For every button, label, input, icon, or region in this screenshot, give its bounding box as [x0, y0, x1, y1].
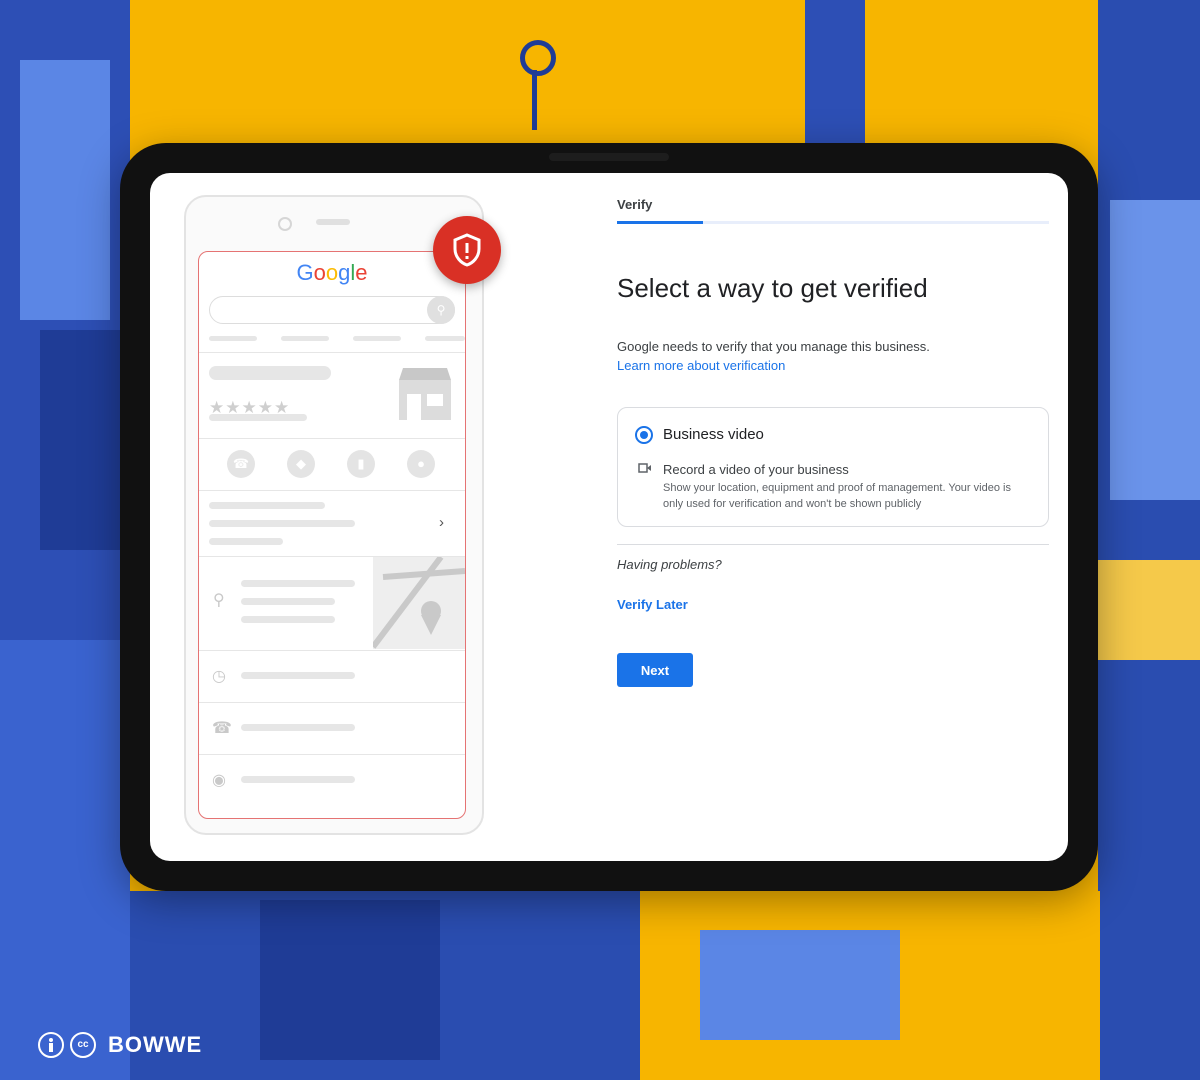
learn-more-link[interactable]: Learn more about verification	[617, 358, 785, 373]
attribution-icon	[38, 1032, 64, 1058]
clock-icon: ◷	[212, 668, 226, 685]
option-radio[interactable]	[635, 426, 653, 444]
step-label: Verify	[617, 197, 653, 212]
verification-option-card[interactable]: Business video Record a video of your bu…	[617, 407, 1049, 527]
video-camera-icon	[638, 462, 652, 477]
option-subtitle: Record a video of your business	[663, 462, 849, 477]
globe-icon: ◉	[212, 772, 226, 789]
phone-speaker	[316, 219, 350, 225]
verify-later-link[interactable]: Verify Later	[617, 597, 688, 612]
tablet-frame: Google ⚲ ★★★★★ ☎ ◆ ▮ ● › ⚲ ◷ ☎ ◉ Verify …	[120, 143, 1098, 891]
google-logo-letter: e	[355, 260, 368, 285]
intro-text: Google needs to verify that you manage t…	[617, 339, 930, 354]
brand-footer: cc BOWWE	[38, 1032, 202, 1058]
google-logo-letter: o	[325, 260, 339, 285]
divider	[617, 544, 1049, 545]
phone-icon: ☎	[227, 450, 255, 478]
option-description: Show your location, equipment and proof …	[663, 482, 1011, 510]
phone-mockup: Google ⚲ ★★★★★ ☎ ◆ ▮ ● › ⚲ ◷ ☎ ◉	[184, 195, 484, 835]
store-icon	[399, 368, 451, 420]
bookmark-icon: ▮	[347, 450, 375, 478]
cc-icon: cc	[70, 1032, 96, 1058]
google-logo: Google	[199, 260, 465, 286]
search-icon: ⚲	[427, 296, 455, 324]
mock-search-bar: ⚲	[209, 296, 455, 324]
brand-logo: BOWWE	[108, 1032, 203, 1057]
option-title: Business video	[663, 426, 764, 443]
next-button[interactable]: Next	[617, 653, 693, 687]
chevron-right-icon: ›	[439, 514, 444, 531]
tablet-screen: Google ⚲ ★★★★★ ☎ ◆ ▮ ● › ⚲ ◷ ☎ ◉ Verify …	[150, 173, 1068, 861]
pin-icon: ⚲	[213, 592, 225, 609]
google-logo-letter: g	[338, 260, 351, 285]
phone-icon: ☎	[212, 720, 232, 737]
google-search-mockup: Google ⚲ ★★★★★ ☎ ◆ ▮ ● › ⚲ ◷ ☎ ◉	[198, 251, 466, 819]
google-logo-letter: o	[313, 260, 326, 285]
google-logo-letter: G	[296, 260, 314, 285]
map-thumbnail	[373, 557, 465, 649]
shield-alert-icon	[433, 216, 501, 284]
phone-camera	[278, 217, 292, 231]
page-title: Select a way to get verified	[617, 273, 928, 303]
problems-text: Having problems?	[617, 557, 722, 572]
camera-bar	[549, 153, 669, 161]
directions-icon: ◆	[287, 450, 315, 478]
progress-bar	[617, 221, 1049, 224]
globe-icon: ●	[407, 450, 435, 478]
